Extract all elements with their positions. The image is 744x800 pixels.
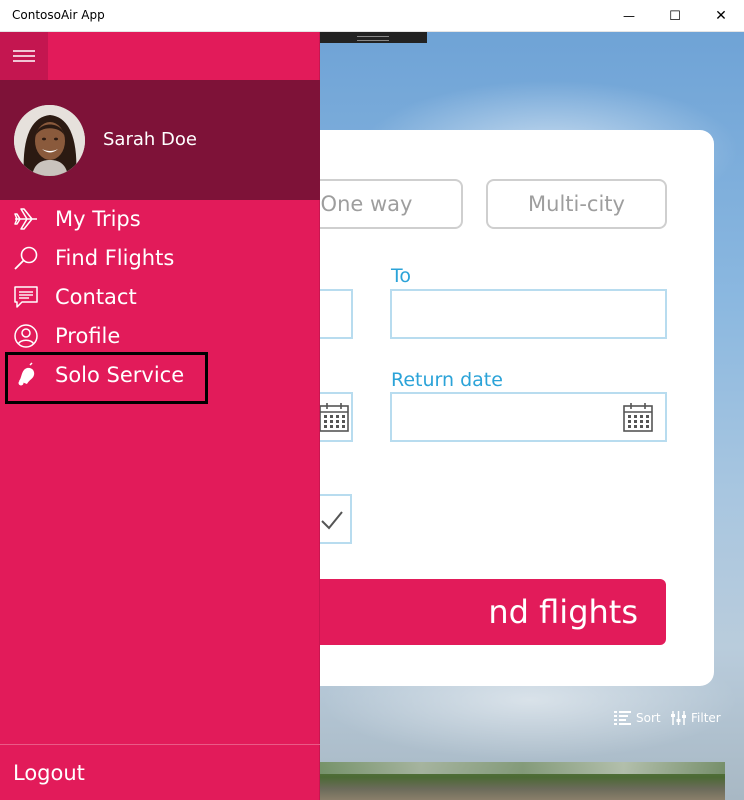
close-icon: ✕	[715, 8, 727, 24]
nav-item-label: My Trips	[55, 207, 141, 231]
nav-item-label: Contact	[55, 285, 137, 309]
sort-button[interactable]: Sort	[614, 710, 661, 726]
sort-icon	[614, 711, 631, 725]
profile-icon	[12, 322, 40, 350]
filter-label: Filter	[691, 711, 721, 725]
logout-button[interactable]: Logout	[13, 761, 85, 785]
calendar-icon[interactable]	[622, 401, 654, 433]
sort-label: Sort	[636, 711, 661, 725]
user-name: Sarah Doe	[103, 129, 197, 150]
multi-city-label: Multi-city	[528, 192, 625, 216]
nav-item-profile[interactable]: Profile	[0, 317, 320, 355]
one-way-label: One way	[320, 192, 413, 216]
avatar	[14, 105, 85, 176]
profile-header[interactable]: Sarah Doe	[0, 80, 320, 200]
return-date-field[interactable]	[390, 392, 667, 442]
navigation-drawer: Sarah Doe My Trips Find Flights Contact	[0, 32, 320, 800]
checkmark-icon	[321, 511, 343, 530]
nav-item-find-flights[interactable]: Find Flights	[0, 239, 320, 277]
avatar-image	[14, 105, 85, 176]
booking-card: One way Multi-city To Return date nd fli…	[280, 130, 714, 686]
hamburger-button[interactable]	[0, 32, 48, 80]
airplane-icon	[12, 205, 40, 233]
nav-item-contact[interactable]: Contact	[0, 278, 320, 316]
filter-icon	[671, 711, 686, 725]
minimize-icon: —	[623, 9, 635, 23]
to-label: To	[391, 265, 412, 287]
nav-item-my-trips[interactable]: My Trips	[0, 200, 320, 238]
divider	[0, 744, 320, 745]
to-field[interactable]	[390, 289, 667, 339]
filter-button[interactable]: Filter	[670, 710, 721, 726]
calendar-icon[interactable]	[318, 401, 350, 433]
destination-photo[interactable]	[320, 762, 725, 800]
maximize-icon: ☐	[669, 8, 681, 24]
maximize-button[interactable]: ☐	[652, 0, 698, 32]
hamburger-icon	[13, 50, 35, 62]
find-flights-button[interactable]: nd flights	[280, 579, 666, 645]
find-flights-label: nd flights	[488, 593, 638, 631]
title-bar: ContosoAir App — ☐ ✕	[0, 0, 744, 32]
selection-highlight	[5, 352, 208, 404]
chat-icon	[12, 283, 40, 311]
nav-item-label: Find Flights	[55, 246, 175, 270]
return-date-label: Return date	[391, 369, 503, 391]
drawer-header	[0, 32, 320, 80]
minimize-button[interactable]: —	[606, 0, 652, 32]
multi-city-button[interactable]: Multi-city	[486, 179, 667, 229]
window-title: ContosoAir App	[12, 8, 105, 22]
search-icon	[12, 244, 40, 272]
drag-handle[interactable]	[320, 32, 427, 43]
close-button[interactable]: ✕	[698, 0, 744, 32]
nav-item-label: Profile	[55, 324, 121, 348]
